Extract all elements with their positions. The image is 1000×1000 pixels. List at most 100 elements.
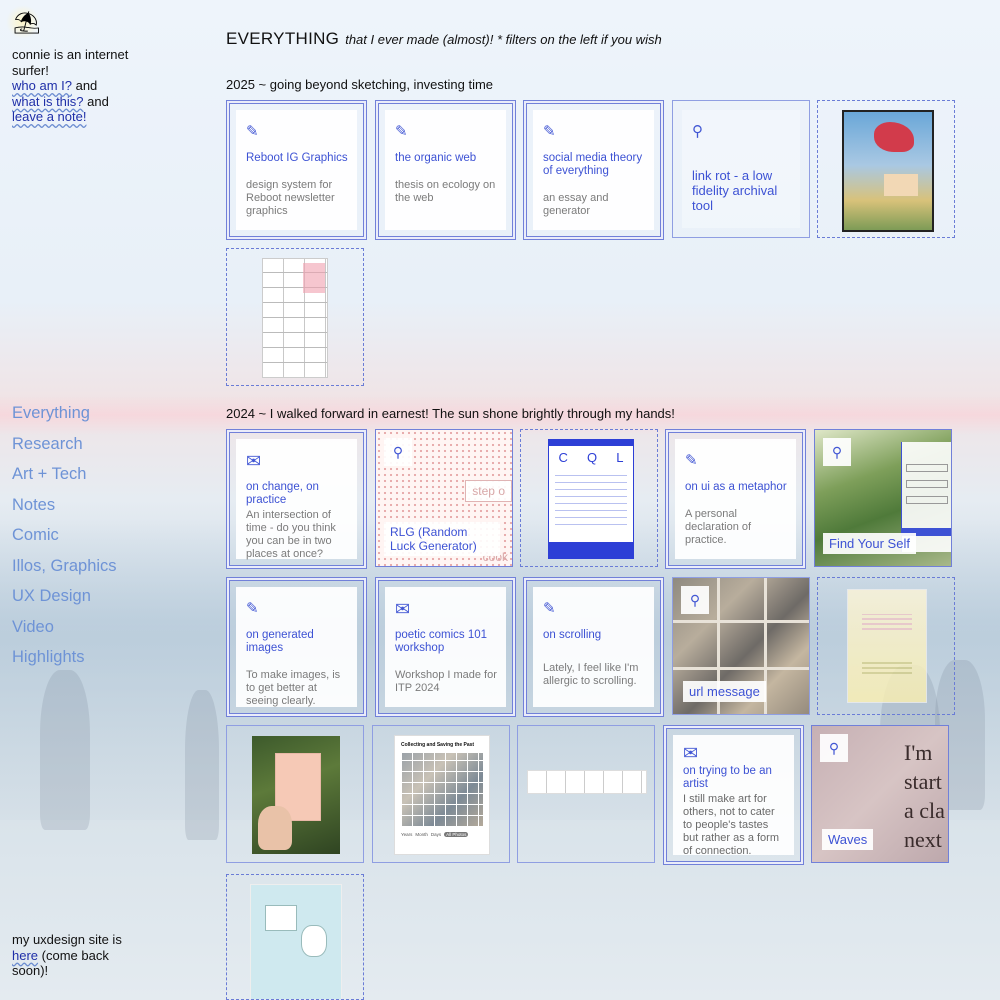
nav-item-comic[interactable]: Comic <box>12 525 117 556</box>
card-waves[interactable]: I'm start a cla next ⚲ Waves <box>811 725 949 863</box>
waves-text-line: I'm <box>904 740 933 765</box>
conjunction: and <box>71 78 98 93</box>
card-comic-sketch[interactable] <box>226 248 364 386</box>
mail-icon: ✉ <box>395 599 411 619</box>
card-title: on scrolling <box>543 629 602 641</box>
nav-item-research[interactable]: Research <box>12 434 117 465</box>
card-on-trying-to-be-an-artist[interactable]: ✉ on trying to be an artist I still make… <box>663 725 804 865</box>
card-description: Workshop I made for ITP 2024 <box>395 669 497 694</box>
card-panel: ✉ on change, on practice An intersection… <box>236 439 357 560</box>
card-sketch-strip[interactable] <box>517 725 655 863</box>
card-random-luck-generator[interactable]: step o cook ⚲ RLG (Random Luck Generator… <box>375 429 513 567</box>
beach-umbrella-icon: ⛱ <box>13 10 41 35</box>
card-description: An intersection of time - do you think y… <box>246 509 336 560</box>
card-on-scrolling[interactable]: ✎ on scrolling Lately, I feel like I'm a… <box>523 577 664 717</box>
card-title: link rot - a low fidelity archival tool <box>692 168 778 213</box>
intro-tagline: connie is an internet surfer! <box>12 47 129 78</box>
nav-item-everything[interactable]: Everything <box>12 403 117 434</box>
card-title: on ui as a metaphor <box>685 481 787 493</box>
grid-tab: Years <box>401 832 413 837</box>
card-title: the organic web <box>395 152 477 164</box>
poster-body <box>555 471 627 531</box>
photo-grid-thumbnail: Collecting and Saving the Past Years Mon… <box>395 736 489 854</box>
card-title: on generated images <box>246 629 314 654</box>
waves-text-line: next <box>904 827 942 852</box>
sketch-strip-thumbnail <box>528 771 646 793</box>
card-poetic-comics-workshop[interactable]: ✉ poetic comics 101 workshop Workshop I … <box>375 577 516 717</box>
poster-letters: C Q L <box>549 450 633 465</box>
comic-grid-thumbnail <box>263 259 327 377</box>
card-social-media-theory[interactable]: ✎ social media theory of everything an e… <box>523 100 664 240</box>
map-shape <box>301 925 327 957</box>
card-find-your-self[interactable]: ⚲ Find Your Self <box>814 429 952 567</box>
card-map-image[interactable] <box>226 874 364 1000</box>
card-title: RLG (Random Luck Generator) <box>384 522 500 556</box>
waves-text-line: a cla <box>904 798 945 823</box>
card-panel: ✎ Reboot IG Graphics design system for R… <box>236 110 357 230</box>
intro-text: connie is an internet surfer! who am I? … <box>12 47 152 125</box>
card-panel: ✎ on scrolling Lately, I feel like I'm a… <box>533 587 654 707</box>
card-on-ui-as-metaphor[interactable]: ✎ on ui as a metaphor A personal declara… <box>665 429 806 569</box>
nav-item-video[interactable]: Video <box>12 617 117 648</box>
map-thumbnail <box>251 885 341 999</box>
card-reboot-ig-graphics[interactable]: ✎ Reboot IG Graphics design system for R… <box>226 100 367 240</box>
card-panel: ✉ on trying to be an artist I still make… <box>673 735 794 857</box>
page-header: EVERYTHING that I ever made (almost)! * f… <box>226 29 662 49</box>
comic-panel-color <box>303 263 325 293</box>
grid-tabs: Years Month Days All Photos <box>401 832 483 837</box>
who-am-i-link[interactable]: who am I? <box>12 78 72 93</box>
card-book-photo[interactable] <box>226 725 364 863</box>
nav-item-highlights[interactable]: Highlights <box>12 647 117 678</box>
conjunction: and <box>83 93 109 109</box>
pencil-icon: ✎ <box>543 123 556 140</box>
ux-site-link[interactable]: here <box>12 948 38 963</box>
nav-item-notes[interactable]: Notes <box>12 495 117 526</box>
card-on-change[interactable]: ✉ on change, on practice An intersection… <box>226 429 367 569</box>
card-title: poetic comics 101 workshop <box>395 629 488 654</box>
form-field <box>906 496 948 504</box>
card-description: an essay and generator <box>543 192 609 217</box>
card-organic-web[interactable]: ✎ the organic web thesis on ecology on t… <box>375 100 516 240</box>
grid-tab: Days <box>430 832 442 837</box>
leave-a-note-link[interactable]: leave a note! <box>12 109 86 124</box>
waves-big-text: I'm start a cla next <box>904 738 945 854</box>
pencil-icon: ✎ <box>685 452 698 469</box>
card-title: on trying to be an artist <box>683 765 772 790</box>
mail-icon: ✉ <box>246 451 262 471</box>
card-title: on change, on practice <box>246 481 319 506</box>
pale-poster-thumbnail <box>848 590 926 702</box>
card-title: social media theory of everything <box>543 152 643 177</box>
card-description: I still make art for others, not to cate… <box>683 793 779 857</box>
background-person <box>40 670 90 830</box>
card-url-message[interactable]: ⚲ url message <box>672 577 810 715</box>
card-collage-image[interactable] <box>817 100 955 238</box>
page-subtitle: that I ever made (almost)! * filters on … <box>345 32 662 47</box>
mail-icon: ✉ <box>683 743 699 763</box>
section-heading-2025: 2025 ~ going beyond sketching, investing… <box>226 77 494 92</box>
card-description: design system for Reboot newsletter grap… <box>246 179 335 217</box>
card-collecting-past[interactable]: Collecting and Saving the Past Years Mon… <box>372 725 510 863</box>
nav-item-illos-graphics[interactable]: Illos, Graphics <box>12 556 117 587</box>
pin-icon: ⚲ <box>384 438 412 466</box>
card-description: A personal declaration of practice. <box>685 508 752 546</box>
card-cql-poster[interactable]: C Q L <box>520 429 658 567</box>
pin-icon: ⚲ <box>823 438 851 466</box>
card-title: Find Your Self <box>823 533 916 554</box>
waves-text-line: start <box>904 769 942 794</box>
card-panel: ⚲ link rot - a low fidelity archival too… <box>682 110 800 228</box>
grid-tab-active: All Photos <box>444 832 469 837</box>
collage-shape <box>884 174 918 196</box>
card-panel: ✎ on ui as a metaphor A personal declara… <box>675 439 796 559</box>
hand-shape <box>258 806 292 850</box>
pencil-icon: ✎ <box>395 123 408 140</box>
pencil-icon: ✎ <box>543 600 556 617</box>
card-on-generated-images[interactable]: ✎ on generated images To make images, is… <box>226 577 367 717</box>
what-is-this-link[interactable]: what is this? <box>12 94 84 109</box>
card-panel: ✎ on generated images To make images, is… <box>236 587 357 707</box>
nav-item-ux-design[interactable]: UX Design <box>12 586 117 617</box>
nav-item-art-tech[interactable]: Art + Tech <box>12 464 117 495</box>
poster-text-lines <box>862 660 912 674</box>
card-pale-poster[interactable] <box>817 577 955 715</box>
card-panel: ✉ poetic comics 101 workshop Workshop I … <box>385 587 506 707</box>
card-link-rot[interactable]: ⚲ link rot - a low fidelity archival too… <box>672 100 810 238</box>
